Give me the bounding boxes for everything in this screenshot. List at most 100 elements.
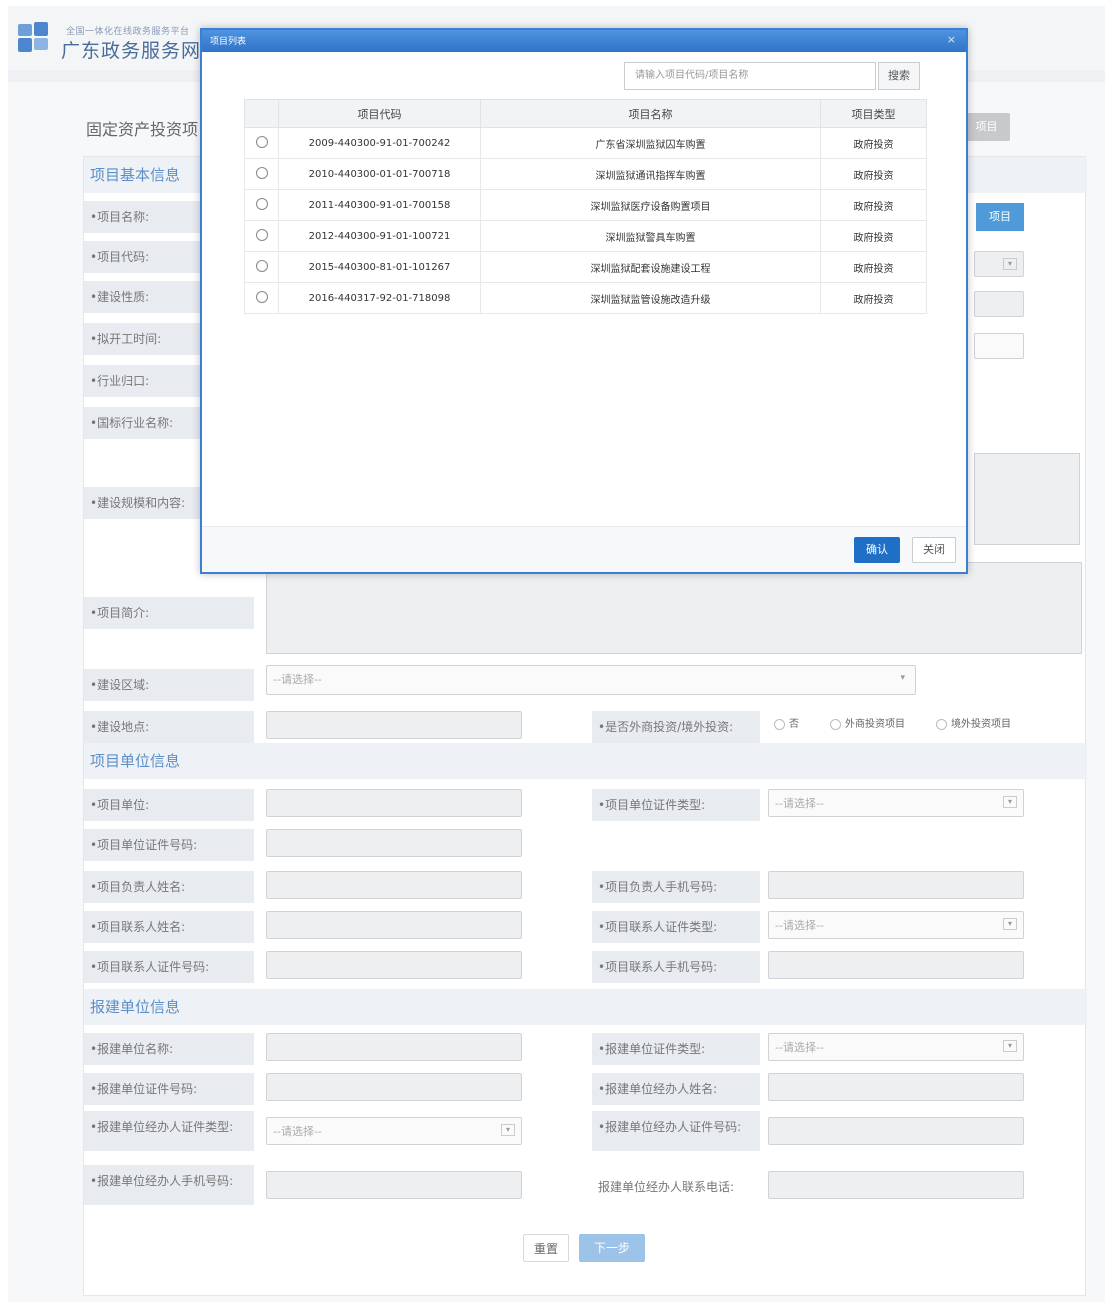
contact-name-field[interactable] xyxy=(266,911,522,939)
page-title: 固定资产投资项 xyxy=(86,120,199,139)
label-foreign: •是否外商投资/境外投资: xyxy=(592,711,760,743)
region-select[interactable]: --请选择-- ▾ xyxy=(266,665,916,695)
reset-button[interactable]: 重置 xyxy=(523,1234,569,1262)
chevron-down-icon: ▾ xyxy=(1003,796,1017,808)
row-code: 2016-440317-92-01-718098 xyxy=(278,282,481,314)
leader-phone-field[interactable] xyxy=(768,871,1024,899)
radio-button[interactable] xyxy=(255,290,268,303)
label-unit-cert-no: •项目单位证件号码: xyxy=(84,829,254,861)
radio-button[interactable] xyxy=(255,135,268,148)
unit-cert-no-field[interactable] xyxy=(266,829,522,857)
dialog-title: 项目列表 xyxy=(210,37,247,47)
row-select-cell[interactable] xyxy=(244,251,279,283)
close-button[interactable]: 关闭 xyxy=(912,537,956,563)
nature-field[interactable] xyxy=(974,291,1024,317)
report-cert-no-field[interactable] xyxy=(266,1073,522,1101)
table-header-code: 项目代码 xyxy=(278,99,481,128)
table-header-row: 项目代码 项目名称 项目类型 xyxy=(244,99,927,128)
radio-circle-icon xyxy=(936,718,947,730)
table-header-select xyxy=(244,99,279,128)
label-contact-cert-type: •项目联系人证件类型: xyxy=(592,911,760,943)
report-name-field[interactable] xyxy=(266,1033,522,1061)
radio-circle-icon xyxy=(774,718,785,730)
label-agent-cert-no: •报建单位经办人证件号码: xyxy=(592,1111,760,1151)
logo-icon xyxy=(18,22,48,52)
row-name: 深圳监狱监管设施改造升级 xyxy=(480,282,821,314)
row-select-cell[interactable] xyxy=(244,127,279,159)
search-button[interactable]: 搜索 xyxy=(878,62,920,90)
title-action-button[interactable]: 项目 xyxy=(963,113,1010,141)
radio-circle-icon xyxy=(830,718,841,730)
row-type: 政府投资 xyxy=(820,251,927,283)
chevron-down-icon: ▾ xyxy=(900,673,905,683)
unit-cert-type-select[interactable]: --请选择-- ▾ xyxy=(768,789,1024,817)
row-name: 深圳监狱警具车购置 xyxy=(480,220,821,252)
row-type: 政府投资 xyxy=(820,282,927,314)
chevron-down-icon: ▾ xyxy=(1003,1040,1017,1052)
agent-name-field[interactable] xyxy=(768,1073,1024,1101)
label-region: •建设区域: xyxy=(84,669,254,701)
label-contact-name: •项目联系人姓名: xyxy=(84,911,254,943)
table-row[interactable]: 2010-440300-01-01-700718 深圳监狱通讯指挥车购置 政府投… xyxy=(244,158,927,190)
table-row[interactable]: 2009-440300-91-01-700242 广东省深圳监狱囚车购置 政府投… xyxy=(244,127,927,159)
table-row[interactable]: 2012-440300-91-01-100721 深圳监狱警具车购置 政府投资 xyxy=(244,220,927,252)
table-header-name: 项目名称 xyxy=(480,99,821,128)
radio-button[interactable] xyxy=(255,197,268,210)
agent-phone-field[interactable] xyxy=(266,1171,522,1199)
label-leader-phone: •项目负责人手机号码: xyxy=(592,871,760,903)
table-row[interactable]: 2016-440317-92-01-718098 深圳监狱监管设施改造升级 政府… xyxy=(244,282,927,314)
radio-button[interactable] xyxy=(255,228,268,241)
agent-cert-no-field[interactable] xyxy=(768,1117,1024,1145)
intro-textarea[interactable] xyxy=(266,562,1082,654)
leader-name-field[interactable] xyxy=(266,871,522,899)
dialog-titlebar: 项目列表 × xyxy=(202,30,966,52)
label-intro: •项目简介: xyxy=(84,597,254,629)
row-select-cell[interactable] xyxy=(244,158,279,190)
location-field[interactable] xyxy=(266,711,522,739)
table-row[interactable]: 2015-440300-81-01-101267 深圳监狱配套设施建设工程 政府… xyxy=(244,251,927,283)
contact-phone-field[interactable] xyxy=(768,951,1024,979)
radio-no[interactable]: 否 xyxy=(774,715,799,730)
row-select-cell[interactable] xyxy=(244,189,279,221)
row-select-cell[interactable] xyxy=(244,220,279,252)
radio-overseas-invest[interactable]: 境外投资项目 xyxy=(936,715,1011,730)
row-name: 深圳监狱通讯指挥车购置 xyxy=(480,158,821,190)
row-code: 2009-440300-91-01-700242 xyxy=(278,127,481,159)
confirm-button[interactable]: 确认 xyxy=(854,537,900,563)
row-code: 2012-440300-91-01-100721 xyxy=(278,220,481,252)
agent-tel-field[interactable] xyxy=(768,1171,1024,1199)
table-header-type: 项目类型 xyxy=(820,99,927,128)
label-report-cert-no: •报建单位证件号码: xyxy=(84,1073,254,1105)
contact-cert-type-select[interactable]: --请选择-- ▾ xyxy=(768,911,1024,939)
label-location: •建设地点: xyxy=(84,711,254,743)
select-project-button[interactable]: 项目 xyxy=(976,203,1024,231)
agent-cert-type-select[interactable]: --请选择-- ▾ xyxy=(266,1117,522,1145)
radio-foreign-invest[interactable]: 外商投资项目 xyxy=(830,715,905,730)
logo-title: 广东政务服务网 xyxy=(61,40,202,62)
search-input[interactable]: 请输入项目代码/项目名称 xyxy=(624,62,876,90)
contact-cert-no-field[interactable] xyxy=(266,951,522,979)
label-agent-name: •报建单位经办人姓名: xyxy=(592,1073,760,1105)
report-cert-type-select[interactable]: --请选择-- ▾ xyxy=(768,1033,1024,1061)
region-placeholder: --请选择-- xyxy=(273,673,322,686)
close-icon[interactable]: × xyxy=(947,33,956,46)
row-name: 广东省深圳监狱囚车购置 xyxy=(480,127,821,159)
row-select-cell[interactable] xyxy=(244,282,279,314)
radio-button[interactable] xyxy=(255,259,268,272)
radio-button[interactable] xyxy=(255,166,268,179)
label-unit-cert-type: •项目单位证件类型: xyxy=(592,789,760,821)
unit-field[interactable] xyxy=(266,789,522,817)
project-code-select[interactable]: ▾ xyxy=(974,251,1024,277)
label-report-cert-type: •报建单位证件类型: xyxy=(592,1033,760,1065)
table-row[interactable]: 2011-440300-91-01-700158 深圳监狱医疗设备购置项目 政府… xyxy=(244,189,927,221)
scale-content-textarea[interactable] xyxy=(974,453,1080,545)
label-contact-cert-no: •项目联系人证件号码: xyxy=(84,951,254,983)
row-code: 2011-440300-91-01-700158 xyxy=(278,189,481,221)
label-agent-cert-type: •报建单位经办人证件类型: xyxy=(84,1111,254,1151)
row-type: 政府投资 xyxy=(820,189,927,221)
label-agent-phone: •报建单位经办人手机号码: xyxy=(84,1165,254,1205)
project-list-dialog: 项目列表 × 请输入项目代码/项目名称 搜索 项目代码 项目名称 项目类型 20… xyxy=(200,28,968,574)
next-step-button[interactable]: 下一步 xyxy=(579,1234,645,1262)
start-time-field[interactable] xyxy=(974,333,1024,359)
row-type: 政府投资 xyxy=(820,158,927,190)
